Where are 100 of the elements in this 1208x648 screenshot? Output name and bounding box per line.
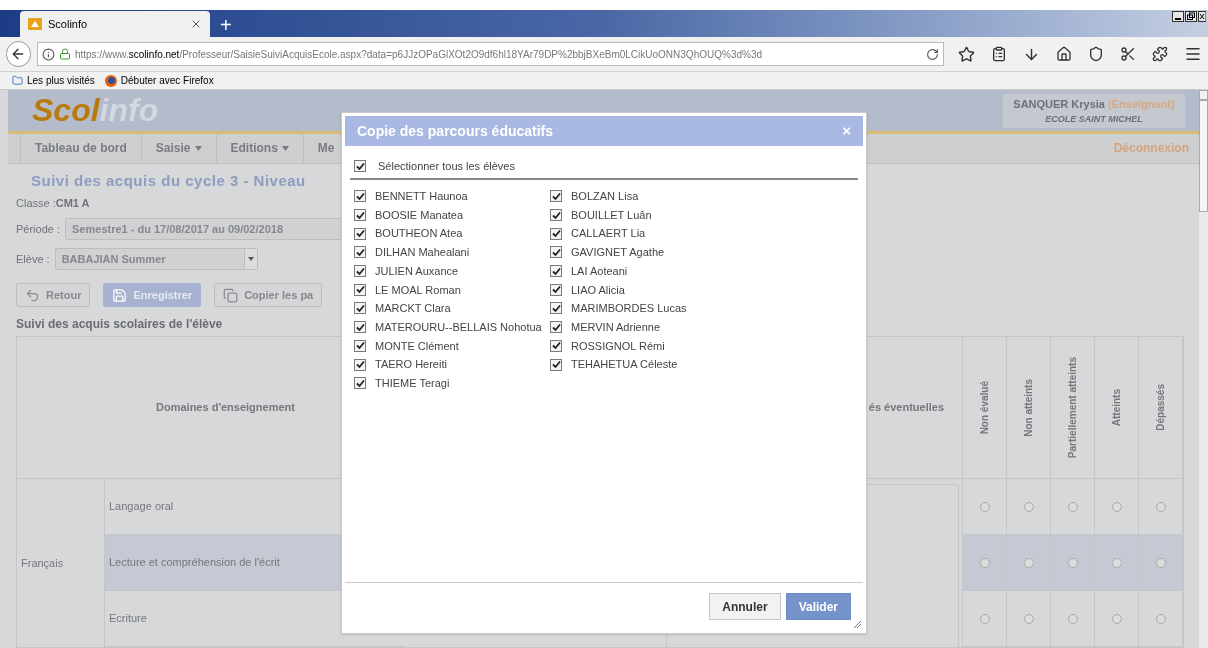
radio-button[interactable]: [1023, 501, 1034, 512]
reading-list-icon[interactable]: [991, 46, 1007, 62]
checkbox[interactable]: [354, 377, 366, 390]
url-text: https://www.scolinfo.net/Professeur/SaisieSuiviAcquisEcole.aspx?data=p6JJzOPaGlXOt2O9df6hl18YAr79DP%2bbjBXeBm0LCikUoONN3QhOUQ%3d%3d: [74, 47, 763, 62]
radio-button[interactable]: [979, 557, 990, 568]
dropdown-arrow-icon: [247, 257, 254, 261]
student-name: LE MOAL Roman: [375, 282, 461, 298]
checkbox[interactable]: [550, 190, 562, 203]
student-name: MARCKT Clara: [375, 301, 451, 317]
home-icon[interactable]: [1056, 46, 1072, 62]
checkbox[interactable]: [354, 283, 366, 296]
radio-button[interactable]: [1111, 613, 1122, 624]
radio-button[interactable]: [1155, 501, 1166, 512]
checkbox[interactable]: [550, 321, 562, 334]
student-name: LAI Aoteani: [571, 263, 628, 279]
lock-icon: [58, 48, 71, 60]
subject-cell-text: Ecriture: [109, 611, 147, 627]
nav-item[interactable]: Editions: [215, 133, 303, 163]
column-header: Non évalué: [978, 380, 991, 435]
checkbox[interactable]: [354, 160, 366, 172]
validate-button[interactable]: Valider: [785, 593, 851, 620]
checkbox[interactable]: [550, 265, 562, 278]
site-logo-icon: [28, 18, 42, 30]
student-name: BOUTHEON Atea: [375, 226, 463, 242]
school-name: ECOLE SAINT MICHEL: [1045, 112, 1143, 126]
checkbox[interactable]: [354, 302, 366, 315]
save-icon: [112, 287, 128, 303]
copy-icon: [223, 287, 239, 303]
student-name: ROSSIGNOL Rémi: [571, 338, 665, 354]
student-name: BOLZAN Lisa: [571, 189, 639, 205]
dialog-title: Copie des parcours éducatifs: [357, 121, 554, 141]
radio-button[interactable]: [979, 613, 990, 624]
browser-tab[interactable]: Scolinfo: [20, 11, 210, 37]
checkbox[interactable]: [550, 339, 562, 352]
radio-button[interactable]: [1111, 557, 1122, 568]
minimize-icon[interactable]: [1172, 11, 1184, 22]
column-header: Partiellement atteints: [1066, 356, 1079, 459]
restore-icon[interactable]: [1185, 11, 1197, 22]
close-button[interactable]: ×: [842, 119, 851, 143]
info-icon[interactable]: [41, 47, 55, 61]
tab-title: Scolinfo: [48, 16, 89, 32]
student-name: JULIEN Auxance: [375, 263, 459, 279]
radio-button[interactable]: [1111, 501, 1122, 512]
student-name: DILHAN Mahealani: [375, 245, 470, 261]
student-name: GAVIGNET Agathe: [571, 245, 665, 261]
student-name: BOUILLET Luân: [571, 207, 652, 223]
star-icon[interactable]: [958, 45, 975, 63]
bookmark-link[interactable]: Les plus visités: [12, 73, 95, 88]
radio-button[interactable]: [1067, 613, 1078, 624]
select-all-label: Sélectionner tous les élèves: [378, 158, 515, 174]
radio-button[interactable]: [1023, 613, 1034, 624]
column-header: Non atteints: [1022, 378, 1035, 437]
cancel-button[interactable]: Annuler: [709, 593, 781, 620]
checkbox[interactable]: [354, 227, 366, 240]
checkbox[interactable]: [550, 246, 562, 259]
user-name: SANQUER Krysia (Enseignant): [1013, 97, 1175, 112]
checkbox[interactable]: [354, 339, 366, 352]
bookmark-link[interactable]: Débuter avec Firefox: [104, 73, 214, 88]
caret-icon: [281, 145, 289, 151]
radio-button[interactable]: [979, 501, 990, 512]
puzzle-icon[interactable]: [1152, 46, 1168, 62]
scissors-icon[interactable]: [1120, 46, 1136, 62]
new-tab-button[interactable]: +: [210, 13, 242, 37]
checkbox[interactable]: [550, 358, 562, 371]
radio-button[interactable]: [1155, 557, 1166, 568]
checkbox[interactable]: [550, 302, 562, 315]
student-name: BOOSIE Manatea: [375, 207, 464, 223]
student-name: MATEROURU--BELLAIS Nohotua: [375, 319, 542, 335]
shield-icon[interactable]: [1088, 46, 1104, 62]
close-icon[interactable]: [1198, 11, 1206, 22]
checkbox[interactable]: [354, 358, 366, 371]
checkbox[interactable]: [354, 190, 366, 203]
checkbox[interactable]: [550, 283, 562, 296]
action-button[interactable]: Copier les pa: [214, 283, 323, 307]
student-name: LIAO Alicia: [571, 282, 625, 298]
student-select[interactable]: BABAJIAN Summer: [54, 248, 258, 270]
page-title: Suivi des acquis du cycle 3 - Niveau: [30, 170, 306, 191]
reload-icon[interactable]: [926, 47, 939, 61]
checkbox[interactable]: [550, 227, 562, 240]
menu-icon[interactable]: [1184, 45, 1202, 63]
resize-grip-icon[interactable]: [853, 620, 862, 629]
radio-button[interactable]: [1067, 501, 1078, 512]
nav-item[interactable]: Saisie: [140, 133, 216, 163]
radio-button[interactable]: [1155, 613, 1166, 624]
scrollbar[interactable]: [1199, 90, 1208, 648]
column-header: Atteints: [1110, 388, 1123, 427]
back-button[interactable]: [6, 41, 31, 67]
checkbox[interactable]: [550, 209, 562, 222]
checkbox[interactable]: [354, 321, 366, 334]
close-icon[interactable]: [190, 18, 202, 30]
radio-button[interactable]: [1067, 557, 1078, 568]
nav-item[interactable]: Tableau de bord: [20, 133, 141, 163]
checkbox[interactable]: [354, 246, 366, 259]
checkbox[interactable]: [354, 265, 366, 278]
action-button[interactable]: Enregistrer: [103, 283, 202, 307]
address-field[interactable]: https://www.scolinfo.net/Professeur/SaisieSuiviAcquisEcole.aspx?data=p6JJzOPaGlXOt2O9df6hl18YAr79DP%2bbjBXeBm0LCikUoONN3QhOUQ%3d%3d: [36, 42, 944, 66]
radio-button[interactable]: [1023, 557, 1034, 568]
checkbox[interactable]: [354, 209, 366, 222]
logout-link[interactable]: Déconnexion: [1113, 139, 1189, 158]
action-button[interactable]: Retour: [16, 283, 91, 307]
